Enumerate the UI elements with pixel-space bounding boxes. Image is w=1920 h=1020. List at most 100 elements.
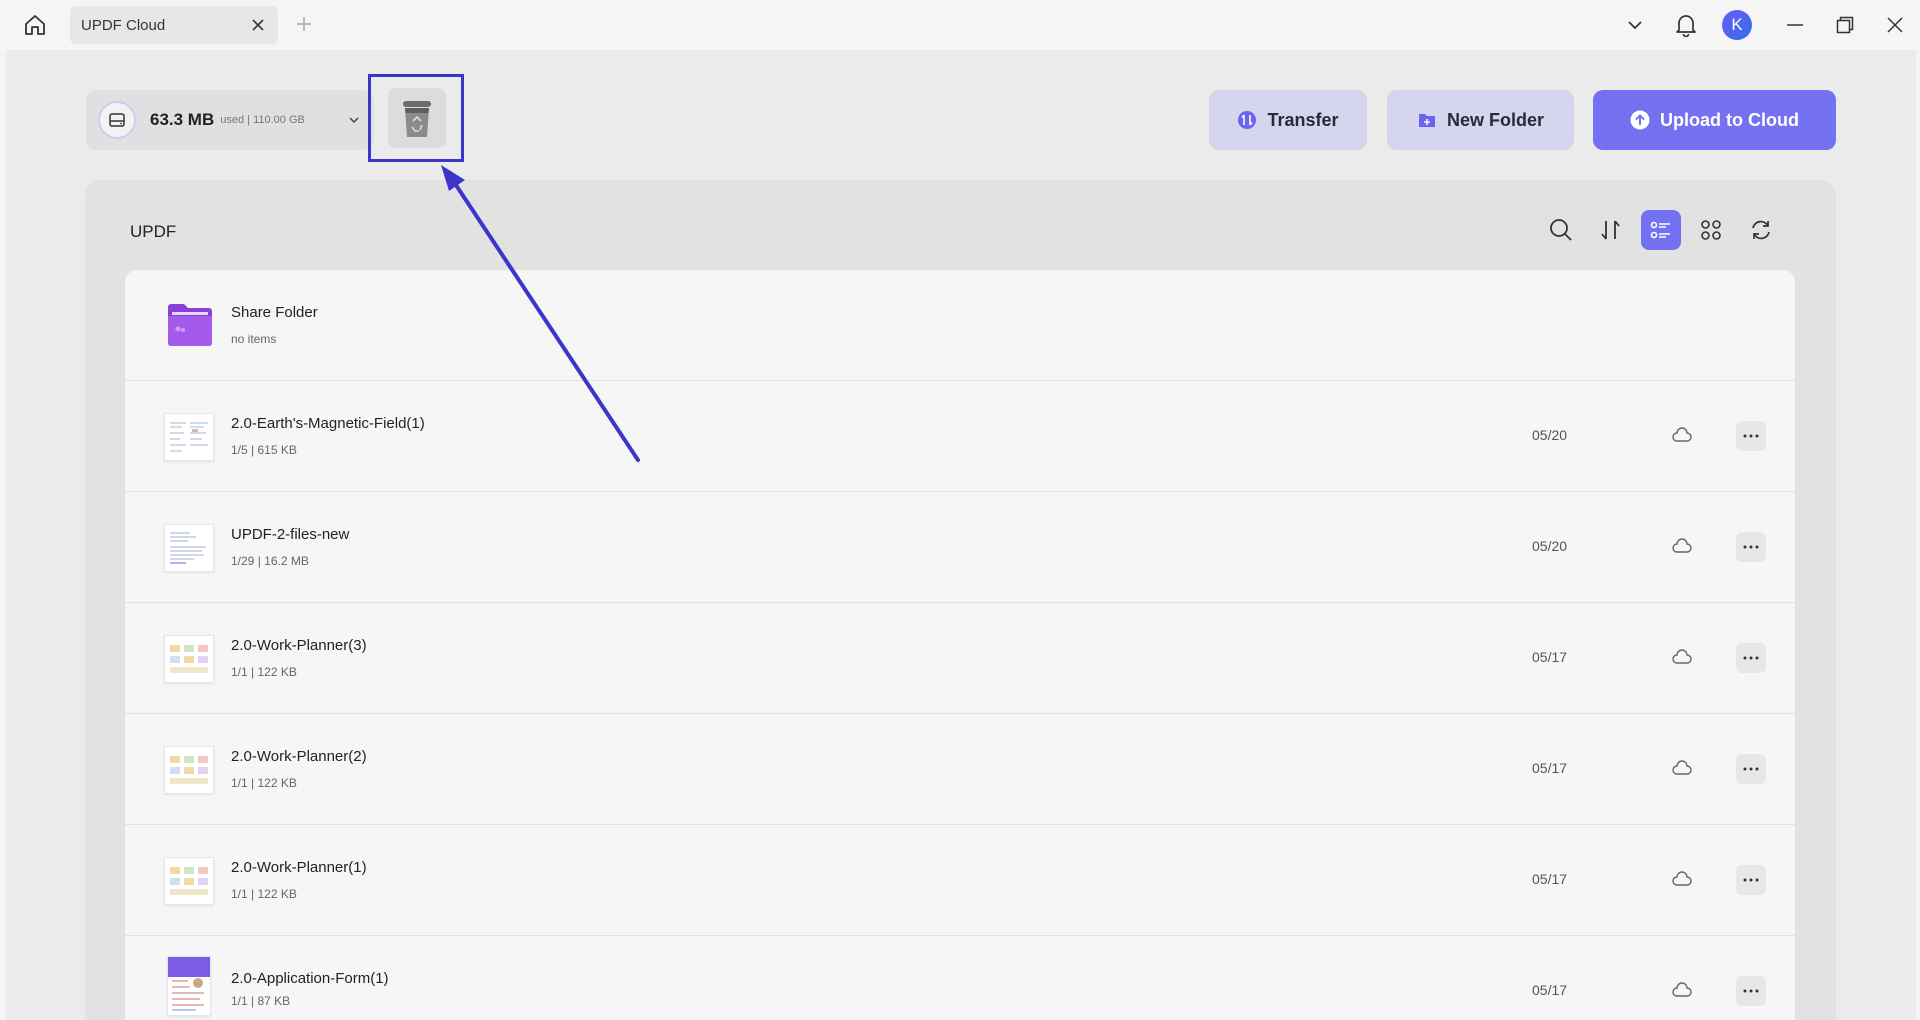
more-icon (1743, 434, 1759, 438)
file-meta: 1/5 | 615 KB (231, 443, 297, 457)
list-item-file[interactable]: 2.0-Work-Planner(2) 1/1 | 122 KB 05/17 (125, 714, 1795, 825)
more-icon (1743, 878, 1759, 882)
main-content: 63.3 MB used | 110.00 GB Transfer New Fo… (6, 50, 1916, 1020)
cloud-icon (1670, 758, 1694, 778)
list-item-file[interactable]: 2.0-Work-Planner(1) 1/1 | 122 KB 05/17 (125, 825, 1795, 936)
cloud-icon (1670, 869, 1694, 889)
file-meta: 1/1 | 122 KB (231, 665, 297, 679)
dropdown-button[interactable] (1622, 12, 1648, 38)
storage-used-value: 63.3 MB (150, 110, 215, 129)
list-view-button[interactable] (1641, 210, 1681, 250)
file-name: 2.0-Work-Planner(1) (231, 859, 367, 876)
cloud-icon (1670, 980, 1694, 1000)
minimize-button[interactable] (1782, 12, 1808, 38)
file-date: 05/20 (1532, 427, 1568, 443)
home-button[interactable] (20, 12, 50, 38)
trash-highlight-box (368, 74, 464, 162)
chevron-down-icon (1628, 21, 1642, 30)
file-name: 2.0-Earth's-Magnetic-Field(1) (231, 415, 425, 432)
panel-title: UPDF (130, 222, 177, 241)
more-icon (1743, 545, 1759, 549)
file-meta: 1/1 | 122 KB (231, 776, 297, 790)
file-name: UPDF-2-files-new (231, 526, 350, 543)
home-icon (25, 15, 45, 35)
tab-updf-cloud[interactable]: UPDF Cloud (70, 6, 278, 44)
more-icon (1743, 656, 1759, 660)
file-thumbnail (164, 746, 214, 794)
list-view-icon (1650, 221, 1670, 239)
notifications-button[interactable] (1673, 12, 1699, 38)
sort-button[interactable] (1591, 210, 1631, 250)
more-options-button[interactable] (1736, 532, 1766, 562)
more-options-button[interactable] (1736, 643, 1766, 673)
bell-icon (1676, 15, 1696, 37)
drive-icon (98, 101, 136, 139)
transfer-button[interactable]: Transfer (1209, 90, 1367, 150)
file-date: 05/17 (1532, 871, 1568, 887)
search-icon (1550, 219, 1572, 241)
file-date: 05/17 (1532, 982, 1568, 998)
chevron-down-icon (346, 112, 362, 128)
restore-icon (1836, 16, 1854, 34)
cloud-icon (1670, 536, 1694, 556)
more-options-button[interactable] (1736, 976, 1766, 1006)
file-name: 2.0-Work-Planner(3) (231, 637, 367, 654)
new-folder-icon (1417, 110, 1437, 130)
grid-view-button[interactable] (1691, 210, 1731, 250)
file-thumbnail (164, 524, 214, 572)
more-options-button[interactable] (1736, 865, 1766, 895)
cloud-icon (1670, 425, 1694, 445)
grid-view-icon (1701, 220, 1721, 240)
close-window-button[interactable] (1882, 12, 1908, 38)
file-date: 05/20 (1532, 538, 1568, 554)
list-item-file[interactable]: 2.0-Earth's-Magnetic-Field(1) 1/5 | 615 … (125, 381, 1795, 492)
transfer-label: Transfer (1267, 109, 1339, 130)
new-folder-label: New Folder (1446, 109, 1544, 130)
upload-icon (1630, 110, 1650, 130)
more-icon (1743, 767, 1759, 771)
list-item-file[interactable]: 2.0-Application-Form(1) 1/1 | 87 KB 05/1… (125, 936, 1795, 1020)
close-icon (1887, 17, 1903, 33)
title-bar: UPDF Cloud K (0, 0, 1920, 50)
tab-title: UPDF Cloud (81, 16, 166, 34)
file-date: 05/17 (1532, 649, 1568, 665)
more-options-button[interactable] (1736, 754, 1766, 784)
list-item-file[interactable]: UPDF-2-files-new 1/29 | 16.2 MB 05/20 (125, 492, 1795, 603)
file-meta: 1/1 | 122 KB (231, 887, 297, 901)
cloud-icon (1670, 647, 1694, 667)
avatar[interactable]: K (1722, 10, 1752, 40)
sort-icon (1601, 220, 1620, 240)
storage-selector[interactable]: 63.3 MB used | 110.00 GB (86, 90, 374, 150)
tab-close-button[interactable] (248, 15, 268, 35)
close-icon (252, 19, 264, 31)
file-thumbnail (164, 635, 214, 683)
restore-button[interactable] (1832, 12, 1858, 38)
new-folder-button[interactable]: New Folder (1387, 90, 1574, 150)
file-thumbnail (164, 857, 214, 905)
upload-to-cloud-button[interactable]: Upload to Cloud (1593, 90, 1836, 150)
file-name: 2.0-Work-Planner(2) (231, 748, 367, 765)
refresh-button[interactable] (1741, 210, 1781, 250)
list-item-share-folder[interactable]: Share Folder no items (125, 270, 1795, 381)
refresh-icon (1752, 220, 1770, 240)
list-item-file[interactable]: 2.0-Work-Planner(3) 1/1 | 122 KB 05/17 (125, 603, 1795, 714)
file-date: 05/17 (1532, 760, 1568, 776)
file-name: Share Folder (231, 304, 318, 321)
more-options-button[interactable] (1736, 421, 1766, 451)
file-thumbnail (167, 956, 211, 1016)
minimize-icon (1787, 24, 1803, 26)
search-button[interactable] (1541, 210, 1581, 250)
file-meta: no items (231, 332, 277, 346)
upload-label: Upload to Cloud (1660, 109, 1799, 130)
file-meta: 1/1 | 87 KB (231, 994, 291, 1008)
new-tab-button[interactable] (294, 14, 314, 34)
file-list: Share Folder no items 2.0-Earth's-Magnet… (125, 270, 1795, 1020)
file-name: 2.0-Application-Form(1) (231, 970, 389, 987)
file-panel: UPDF Share Folder no items 2.0-Earth's-M… (85, 180, 1836, 1020)
transfer-icon (1237, 110, 1257, 130)
more-icon (1743, 989, 1759, 993)
folder-icon (168, 304, 212, 346)
file-meta: 1/29 | 16.2 MB (231, 554, 309, 568)
file-thumbnail (164, 413, 214, 461)
plus-icon (297, 17, 311, 31)
